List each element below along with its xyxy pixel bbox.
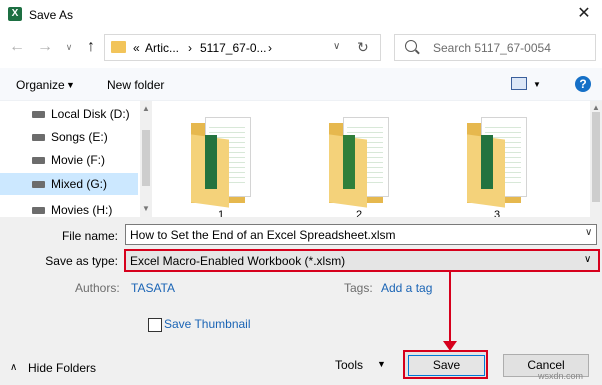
help-icon[interactable]: ? bbox=[575, 76, 591, 92]
sidebar-item-movie-f[interactable]: Movie (F:) bbox=[0, 149, 138, 171]
organize-button[interactable]: Organize bbox=[16, 78, 65, 92]
chevron-down-icon[interactable]: ∨ bbox=[585, 227, 592, 238]
breadcrumb-item-articles[interactable]: Artic... bbox=[145, 41, 179, 55]
scroll-up-icon[interactable]: ▲ bbox=[592, 103, 600, 112]
save-thumbnail-checkbox[interactable] bbox=[148, 318, 162, 332]
sidebar-item-label: Movies (H:) bbox=[51, 203, 113, 217]
chevron-down-icon[interactable]: ▼ bbox=[533, 80, 541, 89]
sidebar-item-label: Movie (F:) bbox=[51, 153, 105, 167]
address-bar[interactable]: « Artic... › 5117_67-0... › ∨ ↻ bbox=[104, 34, 381, 61]
save-button-label: Save bbox=[408, 355, 485, 376]
drive-icon bbox=[32, 207, 45, 214]
folder-icon bbox=[111, 41, 126, 53]
tools-button[interactable]: Tools bbox=[335, 358, 363, 372]
close-button[interactable]: ✕ bbox=[574, 4, 594, 24]
scroll-thumb[interactable] bbox=[142, 130, 150, 186]
save-as-type-select[interactable]: Excel Macro-Enabled Workbook (*.xlsm) ∨ bbox=[124, 249, 600, 272]
save-as-type-label: Save as type: bbox=[45, 254, 118, 268]
chevron-down-icon[interactable]: ▼ bbox=[377, 359, 386, 369]
file-item[interactable]: 3 bbox=[467, 117, 527, 221]
annotation-arrow-line bbox=[449, 272, 451, 344]
file-list: 1 2 3 bbox=[153, 101, 602, 221]
authors-label: Authors: bbox=[75, 281, 120, 295]
excel-tab bbox=[343, 135, 355, 189]
sidebar-item-movies-h[interactable]: Movies (H:) bbox=[0, 199, 138, 217]
drive-icon bbox=[32, 181, 45, 188]
save-as-type-value: Excel Macro-Enabled Workbook (*.xlsm) bbox=[130, 254, 346, 268]
drive-icon bbox=[32, 111, 45, 118]
window-title: Save As bbox=[29, 8, 74, 22]
drive-icon bbox=[32, 134, 45, 141]
file-name-label: File name: bbox=[61, 229, 118, 243]
sidebar-item-mixed-g[interactable]: Mixed (G:) bbox=[0, 173, 138, 195]
forward-arrow-icon[interactable]: → bbox=[36, 38, 54, 56]
file-item[interactable]: 2 bbox=[329, 117, 389, 221]
view-options-icon[interactable] bbox=[511, 77, 527, 90]
search-placeholder: Search 5117_67-0054 bbox=[433, 41, 551, 55]
scroll-up-icon[interactable]: ▲ bbox=[142, 104, 150, 113]
watermark: wsxdn.com bbox=[538, 371, 584, 381]
file-item[interactable]: 1 bbox=[191, 117, 251, 221]
authors-value[interactable]: TASATA bbox=[131, 281, 175, 295]
navigation-pane: Local Disk (D:) Songs (E:) Movie (F:) Mi… bbox=[0, 101, 140, 217]
sidebar-item-label: Songs (E:) bbox=[51, 130, 108, 144]
chevron-down-icon[interactable]: ∨ bbox=[584, 254, 591, 265]
sidebar-item-songs-e[interactable]: Songs (E:) bbox=[0, 126, 138, 148]
save-button[interactable]: Save bbox=[403, 350, 488, 379]
breadcrumb-separator[interactable]: › bbox=[188, 41, 192, 55]
drive-icon bbox=[32, 157, 45, 164]
breadcrumb-overflow[interactable]: « bbox=[133, 41, 140, 55]
excel-tab bbox=[481, 135, 493, 189]
back-arrow-icon[interactable]: ← bbox=[8, 38, 26, 56]
chevron-down-icon[interactable]: ▼ bbox=[66, 80, 75, 90]
recent-locations-dropdown[interactable]: ∨ bbox=[64, 40, 74, 54]
save-thumbnail-label[interactable]: Save Thumbnail bbox=[164, 317, 251, 331]
refresh-icon[interactable]: ↻ bbox=[357, 39, 369, 56]
sidebar-item-label: Mixed (G:) bbox=[51, 177, 108, 191]
chevron-up-icon[interactable]: ∧ bbox=[10, 362, 17, 373]
sidebar-item-label: Local Disk (D:) bbox=[51, 107, 130, 121]
sidebar-item-local-disk-d[interactable]: Local Disk (D:) bbox=[0, 103, 138, 125]
toolbar: Organize ▼ New folder ▼ ? bbox=[0, 68, 602, 101]
excel-icon: X bbox=[8, 7, 22, 21]
file-name-field[interactable] bbox=[125, 224, 597, 245]
breadcrumb-separator[interactable]: › bbox=[268, 41, 272, 55]
up-arrow-icon[interactable]: ↑ bbox=[82, 38, 100, 56]
new-folder-button[interactable]: New folder bbox=[107, 78, 164, 92]
breadcrumb-item-folder[interactable]: 5117_67-0... bbox=[200, 41, 267, 55]
annotation-arrowhead bbox=[443, 341, 457, 351]
search-input[interactable]: Search 5117_67-0054 bbox=[394, 34, 596, 61]
search-icon bbox=[405, 40, 417, 52]
tags-label: Tags: bbox=[344, 281, 373, 295]
excel-tab bbox=[205, 135, 217, 189]
add-tag-link[interactable]: Add a tag bbox=[381, 281, 432, 295]
scroll-down-icon[interactable]: ▼ bbox=[142, 204, 150, 213]
scroll-thumb[interactable] bbox=[592, 112, 600, 202]
title-bar: X Save As ✕ bbox=[0, 0, 602, 29]
hide-folders-button[interactable]: Hide Folders bbox=[28, 361, 96, 375]
address-dropdown-icon[interactable]: ∨ bbox=[333, 41, 340, 52]
